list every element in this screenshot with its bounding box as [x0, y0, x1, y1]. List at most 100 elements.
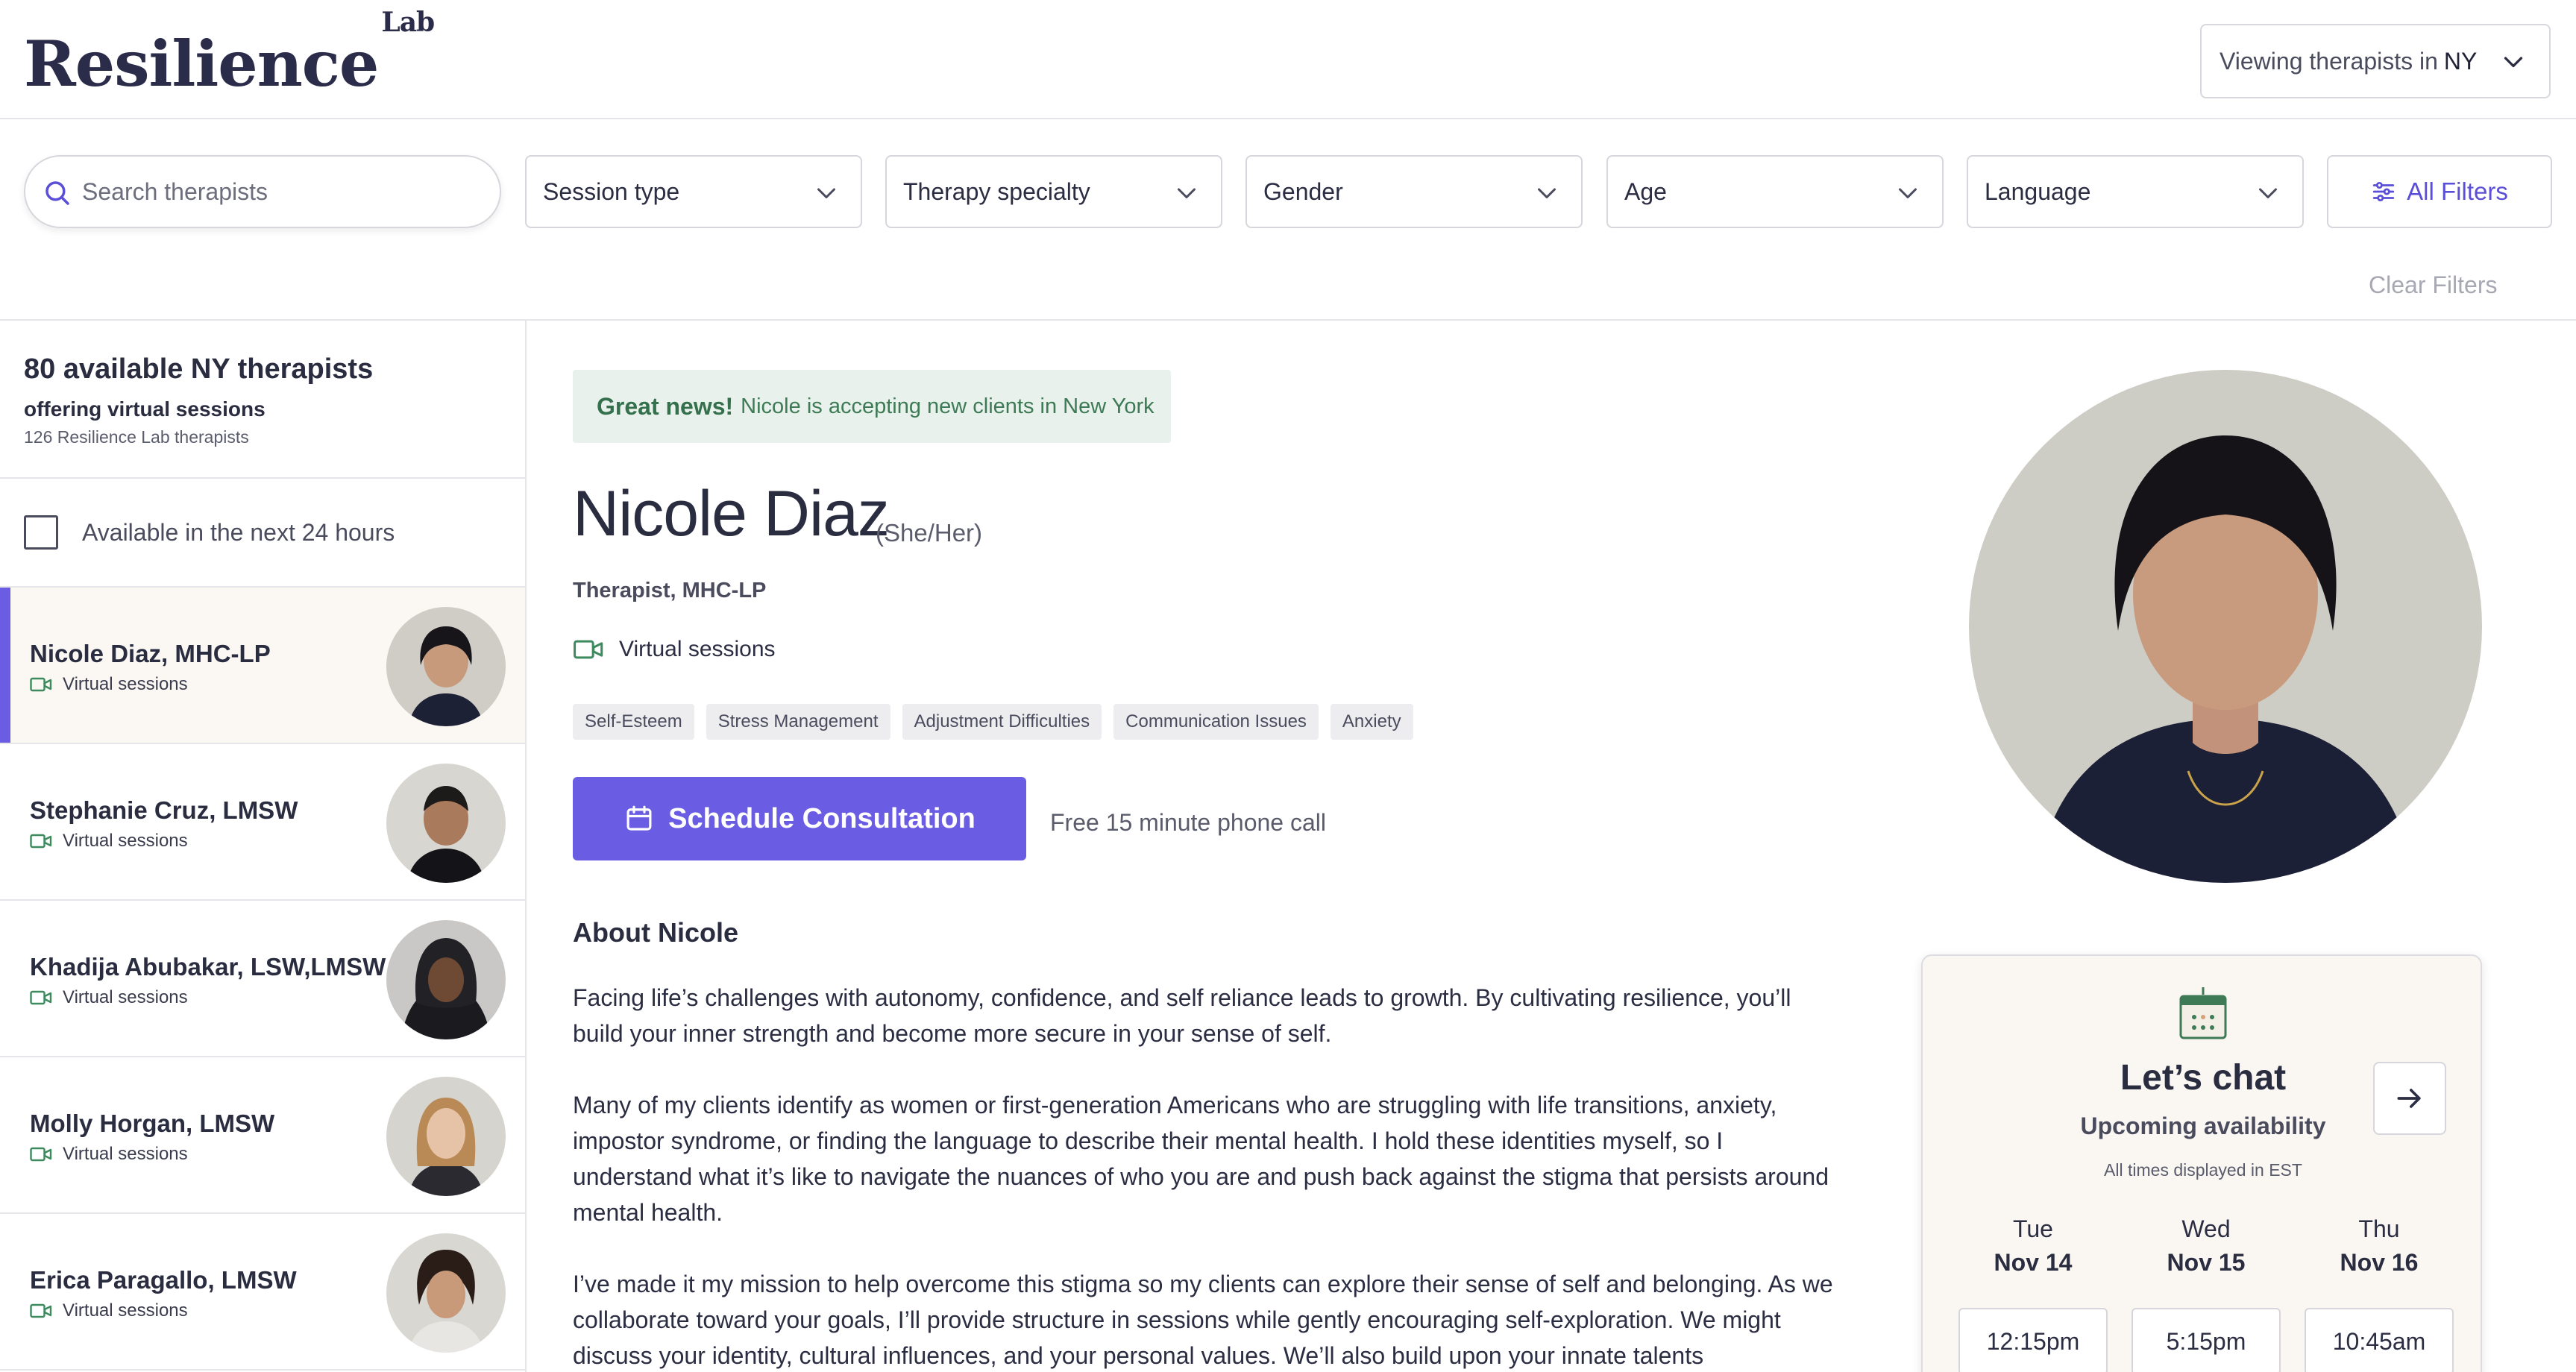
therapist-name: Stephanie Cruz, LMSW [30, 796, 298, 824]
dropdown-label: Language [1985, 177, 2091, 205]
session-type-dropdown[interactable]: Session type [525, 155, 862, 228]
time-slot-button[interactable]: 12:15pm [1958, 1308, 2108, 1372]
day-weekday: Tue [2013, 1215, 2053, 1242]
specialty-tag: Communication Issues [1113, 704, 1319, 740]
profile-name: Nicole Diaz [573, 478, 890, 550]
profile-session-mode: Virtual sessions [573, 637, 776, 662]
about-heading: About Nicole [573, 917, 738, 948]
specialty-tag: Anxiety [1330, 704, 1413, 740]
timezone-note: All times displayed in EST [2104, 1160, 2302, 1180]
video-camera-icon [30, 990, 52, 1005]
availability-day: Thu Nov 16 [2305, 1215, 2454, 1277]
availability-label: Available in the next 24 hours [82, 518, 395, 546]
day-weekday: Thu [2358, 1215, 2400, 1242]
chevron-down-icon [817, 188, 835, 198]
news-bold: Great news! [597, 392, 734, 420]
calendar-chat-icon [2179, 987, 2227, 1039]
results-count-title: 80 available NY therapists [24, 353, 374, 385]
search-icon [45, 181, 69, 205]
chevron-down-icon [2259, 188, 2277, 198]
filter-bar: Session type Therapy specialty Gender Ag… [0, 119, 2576, 321]
dropdown-label: Therapy specialty [903, 177, 1090, 205]
availability-filter[interactable]: Available in the next 24 hours [0, 479, 525, 588]
therapist-name: Molly Horgan, LMSW [30, 1110, 275, 1137]
results-count-subtitle: offering virtual sessions [24, 397, 266, 421]
news-text: Nicole is accepting new clients in New Y… [741, 394, 1155, 418]
therapist-card[interactable]: Stephanie Cruz, LMSW Virtual sessions [0, 744, 525, 901]
next-availability-button[interactable] [2373, 1062, 2446, 1135]
profile-session-mode-label: Virtual sessions [619, 637, 776, 661]
chevron-down-icon [1538, 188, 1556, 198]
session-mode-label: Virtual sessions [63, 1300, 188, 1321]
time-slot-button[interactable]: 10:45am [2305, 1308, 2454, 1372]
video-camera-icon [30, 1147, 52, 1162]
profile-pronouns: (She/Her) [876, 519, 983, 547]
gender-dropdown[interactable]: Gender [1245, 155, 1583, 228]
therapist-card[interactable]: Molly Horgan, LMSW Virtual sessions [0, 1057, 525, 1214]
sliders-icon [2372, 181, 2395, 202]
therapist-profile: Great news! Nicole is accepting new clie… [573, 321, 1841, 1372]
time-slot-button[interactable]: 5:15pm [2132, 1308, 2281, 1372]
about-paragraph: Many of my clients identify as women or … [573, 1092, 1829, 1226]
profile-photo [1969, 370, 2482, 883]
therapist-name: Nicole Diaz, MHC-LP [30, 640, 271, 667]
video-camera-icon [30, 834, 52, 849]
chevron-down-icon [1899, 188, 1917, 198]
all-filters-button[interactable]: All Filters [2327, 155, 2552, 228]
results-total: 126 Resilience Lab therapists [24, 427, 249, 447]
region-selector[interactable]: Viewing therapists in NY [2200, 24, 2551, 98]
day-date: Nov 14 [1994, 1249, 2073, 1276]
session-mode: Virtual sessions [30, 674, 188, 695]
dropdown-label: Session type [543, 177, 680, 205]
schedule-consultation-button[interactable]: Schedule Consultation [573, 777, 1026, 860]
arrow-right-icon [2397, 1089, 2421, 1108]
session-mode-label: Virtual sessions [63, 987, 188, 1007]
therapist-avatar [386, 920, 506, 1039]
top-header: ResilienceLab Viewing therapists in NY [0, 0, 2576, 119]
therapist-card[interactable]: Nicole Diaz, MHC-LP Virtual sessions [0, 588, 525, 744]
session-mode: Virtual sessions [30, 1300, 188, 1321]
calendar-icon [626, 805, 652, 831]
day-date: Nov 16 [2340, 1249, 2419, 1276]
language-dropdown[interactable]: Language [1967, 155, 2304, 228]
chevron-down-icon [1178, 188, 1196, 198]
about-paragraph: I’ve made it my mission to help overcome… [573, 1271, 1833, 1369]
about-paragraph: Facing life’s challenges with autonomy, … [573, 984, 1791, 1047]
availability-day: Tue Nov 14 [1958, 1215, 2108, 1277]
therapist-card[interactable]: Khadija Abubakar, LSW,LMSW Virtual sessi… [0, 901, 525, 1057]
session-mode: Virtual sessions [30, 831, 188, 852]
session-mode: Virtual sessions [30, 1144, 188, 1165]
therapist-list-sidebar: 80 available NY therapists offering virt… [0, 321, 527, 1372]
therapist-avatar [386, 764, 506, 883]
availability-checkbox[interactable] [24, 515, 58, 550]
session-mode-label: Virtual sessions [63, 1144, 188, 1164]
session-mode-label: Virtual sessions [63, 831, 188, 851]
all-filters-label: All Filters [2407, 177, 2508, 205]
therapist-avatar [386, 1233, 506, 1353]
video-camera-icon [30, 677, 52, 692]
specialty-tags: Self-Esteem Stress Management Adjustment… [573, 704, 1425, 740]
therapy-specialty-dropdown[interactable]: Therapy specialty [885, 155, 1222, 228]
therapist-name: Erica Paragallo, LMSW [30, 1266, 297, 1294]
logo[interactable]: ResilienceLab [24, 7, 435, 101]
day-weekday: Wed [2181, 1215, 2231, 1242]
specialty-tag: Self-Esteem [573, 704, 694, 740]
therapist-card[interactable]: Erica Paragallo, LMSW Virtual sessions [0, 1214, 525, 1371]
specialty-tag: Adjustment Difficulties [902, 704, 1102, 740]
day-date: Nov 15 [2167, 1249, 2246, 1276]
session-mode: Virtual sessions [30, 987, 188, 1008]
availability-card: Let’s chat Upcoming availability All tim… [1921, 954, 2482, 1372]
accepting-clients-banner: Great news! Nicole is accepting new clie… [573, 370, 1171, 443]
clear-filters-link[interactable]: Clear Filters [2369, 271, 2497, 299]
free-call-note: Free 15 minute phone call [1050, 809, 1326, 836]
session-mode-label: Virtual sessions [63, 674, 188, 694]
availability-day: Wed Nov 15 [2132, 1215, 2281, 1277]
region-prefix: Viewing therapists in [2220, 47, 2438, 75]
schedule-consultation-label: Schedule Consultation [668, 802, 976, 834]
dropdown-label: Gender [1263, 177, 1343, 205]
age-dropdown[interactable]: Age [1606, 155, 1944, 228]
search-input[interactable] [82, 177, 470, 206]
search-box[interactable] [24, 155, 501, 228]
video-camera-icon [30, 1303, 52, 1318]
chevron-down-icon [2504, 57, 2523, 68]
